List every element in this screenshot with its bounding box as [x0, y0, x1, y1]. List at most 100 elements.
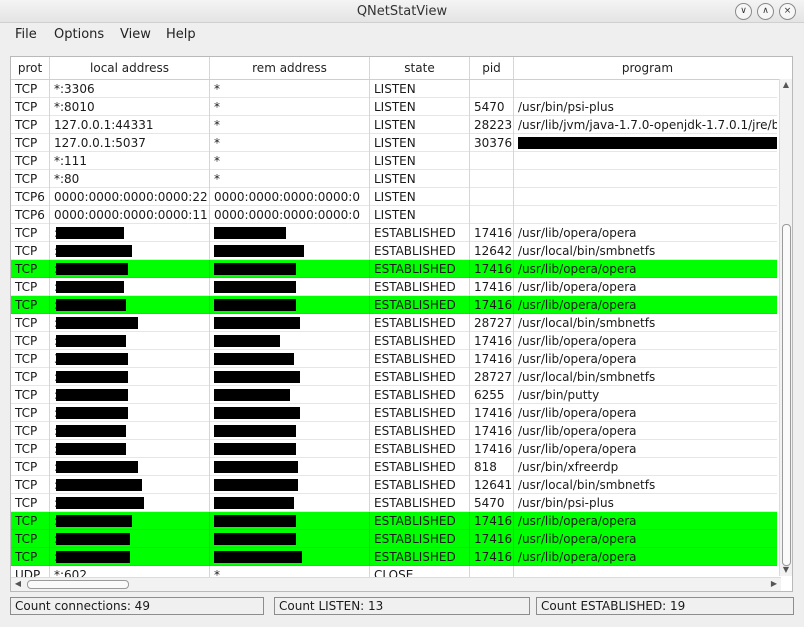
menu-help[interactable]: Help	[166, 27, 196, 42]
cell-pid: 17416	[470, 350, 514, 368]
cell-state: LISTEN	[370, 152, 470, 170]
cell-state: ESTABLISHED	[370, 458, 470, 476]
table-row[interactable]: TCP:39096:139ESTABLISHED28727/usr/local/…	[11, 368, 777, 386]
cell-prot: UDP	[11, 566, 50, 577]
table-row[interactable]: TCP *:80 * LISTEN	[11, 170, 777, 188]
header-local-address[interactable]: local address	[50, 57, 210, 79]
table-row[interactable]: TCP 127.0.0.1:44331 * LISTEN 28223/usr/lib/j…	[11, 116, 777, 134]
redacted-rem-address	[214, 227, 286, 239]
redacted-program	[518, 137, 777, 149]
cell-pid	[470, 206, 514, 224]
cell-prot: TCP	[11, 170, 50, 188]
table-row[interactable]: TCP6 0000:0000:0000:0000:111 0000:0000:000…	[11, 206, 777, 224]
cell-pid: 30376	[470, 134, 514, 152]
redacted-local-address	[56, 299, 126, 311]
table-row[interactable]: TCP:41084:139ESTABLISHED12642/usr/local/…	[11, 242, 777, 260]
header-program[interactable]: program	[514, 57, 781, 79]
redacted-local-address	[56, 389, 128, 401]
header-pid[interactable]: pid	[470, 57, 514, 79]
menu-bar: File Options View Help	[0, 23, 804, 45]
redacted-local-address	[56, 515, 132, 527]
cell-local: 127.0.0.1:44331	[50, 116, 210, 134]
table-row[interactable]: TCP:46083:3389ESTABLISHED818/usr/bin/xfr…	[11, 458, 777, 476]
table-row[interactable]: TCP6 0000:0000:0000:0000:22 0000:0000:0000…	[11, 188, 777, 206]
cell-state: ESTABLISHED	[370, 476, 470, 494]
cell-program: /usr/lib/opera/opera	[518, 406, 637, 420]
redacted-rem-address	[214, 389, 290, 401]
cell-prot: TCP	[11, 260, 50, 278]
table-row[interactable]: TCP:53592:80ESTABLISHED17416/usr/lib/ope…	[11, 440, 777, 458]
connections-table[interactable]: prot local address rem address state pid…	[10, 56, 793, 592]
redacted-rem-address	[214, 299, 296, 311]
cell-pid: 17416	[470, 332, 514, 350]
redacted-rem-address	[214, 371, 300, 383]
cell-state: ESTABLISHED	[370, 242, 470, 260]
cell-state: ESTABLISHED	[370, 494, 470, 512]
table-row[interactable]: TCP:39528:80ESTABLISHED17416/usr/lib/ope…	[11, 512, 777, 530]
vertical-scroll-thumb[interactable]	[782, 224, 791, 566]
header-state[interactable]: state	[370, 57, 470, 79]
table-row[interactable]: TCP:39531:80ESTABLISHED17416/usr/lib/ope…	[11, 530, 777, 548]
table-row[interactable]: TCP:39530:80ESTABLISHED17416/usr/lib/ope…	[11, 548, 777, 566]
cell-prot: TCP	[11, 152, 50, 170]
table-row[interactable]: TCP:46783:443ESTABLISHED17416/usr/lib/op…	[11, 278, 777, 296]
cell-prot: TCP6	[11, 206, 50, 224]
redacted-rem-address	[214, 281, 296, 293]
redacted-rem-address	[214, 245, 304, 257]
minimize-button[interactable]: ∨	[735, 3, 752, 20]
cell-state: CLOSE	[370, 566, 470, 577]
cell-pid: 818	[470, 458, 514, 476]
cell-state: ESTABLISHED	[370, 332, 470, 350]
table-row[interactable]: TCP34520:80ESTABLISHED17416/usr/lib/oper…	[11, 350, 777, 368]
table-row[interactable]: TCP *:111 * LISTEN	[11, 152, 777, 170]
scroll-left-icon[interactable]: ◀	[13, 579, 23, 589]
redacted-local-address	[56, 551, 130, 563]
status-count-established: Count ESTABLISHED: 19	[536, 597, 794, 615]
table-row[interactable]: TCP:53908:139ESTABLISHED28727/usr/local/…	[11, 314, 777, 332]
header-rem-address[interactable]: rem address	[210, 57, 370, 79]
table-row[interactable]: TCP:34519:80ESTABLISHED17416/usr/lib/ope…	[11, 332, 777, 350]
status-count-listen: Count LISTEN: 13	[274, 597, 530, 615]
menu-options[interactable]: Options	[54, 27, 104, 42]
table-row[interactable]: TCP:39529:80ESTABLISHED17416/usr/lib/ope…	[11, 260, 777, 278]
table-row[interactable]: TCP 127.0.0.1:5037 * LISTEN 30376	[11, 134, 777, 152]
horizontal-scroll-thumb[interactable]	[27, 580, 129, 589]
cell-prot: TCP	[11, 116, 50, 134]
table-row[interactable]: TCP:39525:80ESTABLISHED17416/usr/lib/ope…	[11, 296, 777, 314]
table-row[interactable]: TCP:55761:5223ESTABLISHED5470/usr/bin/ps…	[11, 494, 777, 512]
cell-state: LISTEN	[370, 206, 470, 224]
table-row[interactable]: TCP:55897:139ESTABLISHED12641/usr/local/…	[11, 476, 777, 494]
cell-pid: 17416	[470, 278, 514, 296]
cell-state: ESTABLISHED	[370, 314, 470, 332]
table-row[interactable]: UDP *:602 * CLOSE	[11, 566, 777, 577]
menu-view[interactable]: View	[120, 27, 151, 42]
cell-local: 127.0.0.1:5037	[50, 134, 210, 152]
horizontal-scrollbar[interactable]: ◀ ▶	[11, 577, 781, 591]
window-titlebar[interactable]: QNetStatView ∨ ∧ ×	[0, 0, 804, 23]
table-row[interactable]: TCP:34641:443ESTABLISHED17416/usr/lib/op…	[11, 422, 777, 440]
close-button[interactable]: ×	[779, 3, 796, 20]
cell-pid: 28223	[470, 116, 514, 134]
cell-program: /usr/lib/opera/opera	[518, 532, 637, 546]
cell-prot: TCP6	[11, 188, 50, 206]
table-row[interactable]: TCP:40301:22ESTABLISHED6255/usr/bin/putt…	[11, 386, 777, 404]
cell-state: ESTABLISHED	[370, 512, 470, 530]
table-row[interactable]: TCP *:8010 * LISTEN 5470/usr/bin/psi-plus	[11, 98, 777, 116]
redacted-local-address	[56, 533, 130, 545]
scroll-right-icon[interactable]: ▶	[769, 579, 779, 589]
close-icon: ×	[783, 6, 792, 16]
menu-file[interactable]: File	[15, 27, 37, 42]
table-row[interactable]: TCP *:3306 * LISTEN	[11, 80, 777, 98]
maximize-button[interactable]: ∧	[757, 3, 774, 20]
cell-prot: TCP	[11, 332, 50, 350]
scroll-down-icon[interactable]: ▼	[781, 565, 791, 575]
table-row[interactable]: TCP:34521:80ESTABLISHED17416/usr/lib/ope…	[11, 224, 777, 242]
table-row[interactable]: TCP:52048:80ESTABLISHED17416/usr/lib/ope…	[11, 404, 777, 422]
header-prot[interactable]: prot	[11, 57, 50, 79]
cell-pid	[470, 170, 514, 188]
cell-state: ESTABLISHED	[370, 278, 470, 296]
cell-prot: TCP	[11, 548, 50, 566]
vertical-scrollbar[interactable]: ▲ ▼	[779, 79, 792, 576]
redacted-local-address	[56, 335, 126, 347]
scroll-up-icon[interactable]: ▲	[781, 80, 791, 90]
